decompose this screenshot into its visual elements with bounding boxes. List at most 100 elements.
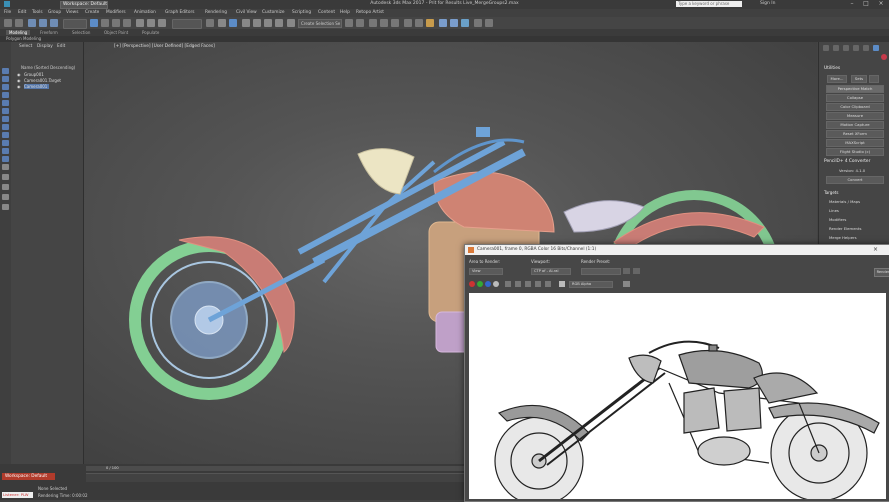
environment-icon[interactable] bbox=[633, 268, 640, 274]
ribbon-polygon-modeling[interactable]: Polygon Modeling bbox=[6, 36, 41, 41]
align-icon[interactable] bbox=[356, 19, 364, 27]
select-object-icon[interactable] bbox=[90, 19, 98, 27]
menu-rendering[interactable]: Rendering bbox=[205, 10, 227, 15]
keyboard-shortcut-override-icon[interactable] bbox=[229, 19, 237, 27]
select-tool-icon[interactable] bbox=[2, 68, 9, 74]
mirror-icon[interactable] bbox=[345, 19, 353, 27]
named-selection-set-dropdown[interactable]: Create Selection Se bbox=[298, 19, 342, 28]
menu-file[interactable]: File bbox=[4, 10, 11, 15]
menu-create[interactable]: Create bbox=[85, 10, 99, 15]
tab-freeform[interactable]: Freeform bbox=[40, 30, 58, 35]
scene-tab-display[interactable]: Display bbox=[37, 44, 53, 49]
spinner-snap-icon[interactable] bbox=[275, 19, 283, 27]
close-icon[interactable]: × bbox=[874, 0, 888, 8]
utility-button[interactable]: Motion Capture bbox=[826, 121, 884, 129]
hierarchy-tab-icon[interactable] bbox=[843, 45, 849, 51]
window-crossing-icon[interactable] bbox=[123, 19, 131, 27]
display-geometry-icon[interactable] bbox=[2, 100, 9, 106]
scene-tab-edit[interactable]: Edit bbox=[57, 44, 65, 49]
eye-icon[interactable]: ◉ bbox=[17, 78, 21, 83]
rendered-frame-window-icon[interactable] bbox=[450, 19, 458, 27]
eye-icon[interactable]: ◉ bbox=[17, 72, 21, 77]
display-shapes-icon[interactable] bbox=[2, 108, 9, 114]
angle-snap-icon[interactable] bbox=[253, 19, 261, 27]
menu-views[interactable]: Views bbox=[66, 10, 78, 15]
print-image-icon[interactable] bbox=[535, 281, 541, 287]
snaps-toggle-icon[interactable] bbox=[242, 19, 250, 27]
more-button[interactable]: More... bbox=[827, 75, 847, 83]
utility-button[interactable]: Reset XForm bbox=[826, 130, 884, 138]
display-none-icon[interactable] bbox=[2, 76, 9, 82]
menu-scripting[interactable]: Scripting bbox=[292, 10, 311, 15]
render-in-cloud-icon[interactable] bbox=[485, 19, 493, 27]
utility-button[interactable]: Flight Studio (c) bbox=[826, 148, 884, 156]
menu-content[interactable]: Content bbox=[318, 10, 335, 15]
area-to-render-dropdown[interactable]: View bbox=[469, 268, 503, 275]
menu-animation[interactable]: Animation bbox=[134, 10, 156, 15]
save-image-icon[interactable] bbox=[505, 281, 511, 287]
display-spacewarps-icon[interactable] bbox=[2, 140, 9, 146]
display-hidden-icon[interactable] bbox=[2, 194, 9, 200]
scene-row[interactable]: Camera001 bbox=[24, 84, 50, 89]
bind-space-warp-icon[interactable] bbox=[50, 19, 58, 27]
toggle-ribbon-icon[interactable] bbox=[391, 19, 399, 27]
utility-button[interactable]: Perspective Match bbox=[826, 85, 884, 93]
convert-button[interactable]: Convert bbox=[826, 176, 884, 184]
target-checkbox[interactable]: Modifiers bbox=[829, 217, 846, 222]
track-bar[interactable] bbox=[86, 473, 466, 482]
menu-customize[interactable]: Customize bbox=[262, 10, 285, 15]
utilities-rollout-title[interactable]: Utilities bbox=[824, 66, 840, 71]
target-checkbox[interactable]: Materials / Maps bbox=[829, 199, 860, 204]
render-button[interactable]: Render bbox=[874, 268, 889, 277]
display-all-icon[interactable] bbox=[2, 84, 9, 90]
search-input[interactable]: Type a keyword or phrase bbox=[676, 1, 742, 7]
mono-icon[interactable] bbox=[559, 281, 565, 287]
link-icon[interactable] bbox=[28, 19, 36, 27]
menu-retopo[interactable]: Retopo Artist bbox=[356, 10, 384, 15]
configure-sets-button[interactable] bbox=[869, 75, 879, 83]
copy-image-icon[interactable] bbox=[515, 281, 521, 287]
render-setup-icon[interactable] bbox=[439, 19, 447, 27]
target-checkbox[interactable]: Merge Helpers bbox=[829, 235, 857, 240]
menu-edit[interactable]: Edit bbox=[18, 10, 26, 15]
display-tab-icon[interactable] bbox=[863, 45, 869, 51]
material-editor-icon[interactable] bbox=[426, 19, 434, 27]
target-checkbox[interactable]: Render Elements bbox=[829, 226, 861, 231]
utilities-tab-icon[interactable] bbox=[873, 45, 879, 51]
menu-civil-view[interactable]: Civil View bbox=[236, 10, 257, 15]
display-xrefs-icon[interactable] bbox=[2, 156, 9, 162]
menu-group[interactable]: Group bbox=[48, 10, 61, 15]
rotate-icon[interactable] bbox=[147, 19, 155, 27]
select-by-name-icon[interactable] bbox=[101, 19, 109, 27]
utility-button[interactable]: Measure bbox=[826, 112, 884, 120]
menu-graph-editors[interactable]: Graph Editors bbox=[165, 10, 195, 15]
tab-object-paint[interactable]: Object Paint bbox=[104, 30, 128, 35]
display-bones-icon[interactable] bbox=[2, 164, 9, 170]
workspace-status[interactable]: Workspace: Default bbox=[2, 473, 55, 480]
menu-help[interactable]: Help bbox=[340, 10, 350, 15]
create-tab-icon[interactable] bbox=[823, 45, 829, 51]
toggle-scene-explorer-icon[interactable] bbox=[369, 19, 377, 27]
display-cameras-icon[interactable] bbox=[2, 124, 9, 130]
rect-selection-icon[interactable] bbox=[112, 19, 120, 27]
time-slider[interactable]: 0 / 100 bbox=[86, 466, 466, 471]
render-setup-icon[interactable] bbox=[623, 268, 630, 274]
scene-column-header[interactable]: Name (Sorted Descending) bbox=[21, 65, 75, 70]
alpha-channel-icon[interactable] bbox=[493, 281, 499, 287]
clear-image-icon[interactable] bbox=[545, 281, 551, 287]
rendered-image[interactable] bbox=[469, 293, 886, 499]
green-channel-icon[interactable] bbox=[477, 281, 483, 287]
tab-modeling[interactable]: Modeling bbox=[6, 30, 31, 35]
menu-tools[interactable]: Tools bbox=[32, 10, 43, 15]
sets-button[interactable]: Sets bbox=[851, 75, 867, 83]
minimize-icon[interactable]: – bbox=[845, 0, 859, 8]
maxscript-listener[interactable]: Listener: PLW bbox=[2, 492, 33, 498]
red-channel-icon[interactable] bbox=[469, 281, 475, 287]
percent-snap-icon[interactable] bbox=[264, 19, 272, 27]
display-groups-icon[interactable] bbox=[2, 148, 9, 154]
scene-row[interactable]: Camera001.Target bbox=[24, 78, 61, 83]
viewport-dropdown[interactable]: CTP of - Al-ral bbox=[531, 268, 571, 275]
undo-icon[interactable] bbox=[4, 19, 12, 27]
unlink-icon[interactable] bbox=[39, 19, 47, 27]
toggle-ui-icon[interactable] bbox=[623, 281, 630, 287]
